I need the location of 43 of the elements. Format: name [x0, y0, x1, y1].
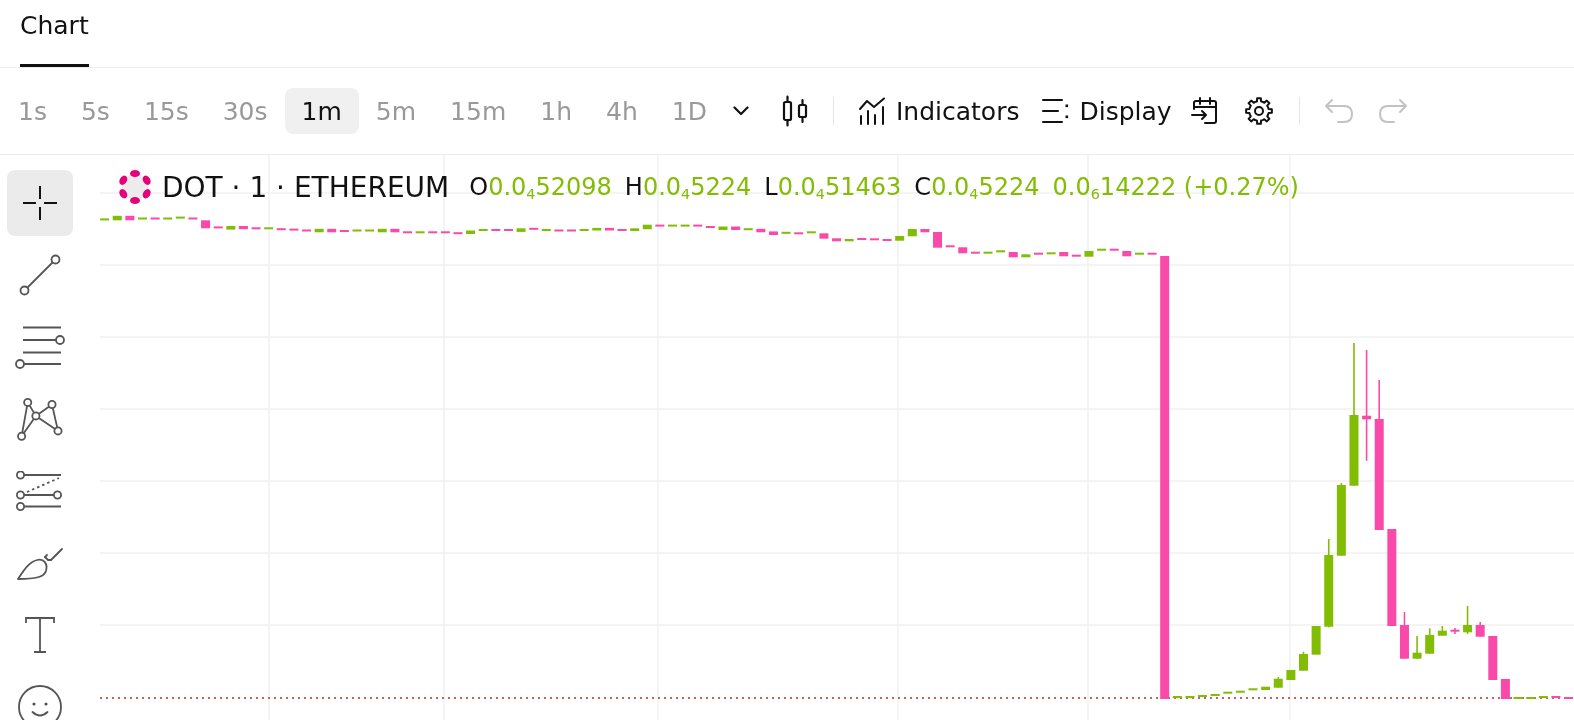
candlestick-icon — [781, 95, 808, 127]
chart-type-button[interactable] — [781, 95, 808, 127]
interval-button[interactable]: 1D — [654, 88, 724, 134]
change-value: 0.0$_{6}$14222 (+0.27%) — [1052, 173, 1299, 201]
text-icon — [24, 616, 56, 654]
settings-icon — [1243, 96, 1274, 126]
interval-button[interactable]: 5m — [358, 88, 434, 134]
undo-icon — [1323, 98, 1354, 124]
ohlc-label: H — [624, 173, 643, 201]
interval-menu-button[interactable] — [732, 106, 749, 116]
interval-button[interactable]: 15m — [433, 88, 524, 134]
interval-button[interactable]: 30s — [205, 88, 285, 134]
ohlc-value: 0.0$_{4}$5224 — [642, 173, 752, 201]
node-pattern-icon — [17, 397, 63, 441]
display-button[interactable]: Display — [1041, 96, 1172, 126]
ohlc-value: 0.0$_{4}$52098 — [488, 173, 612, 201]
date-range-button[interactable] — [1189, 96, 1220, 126]
settings-button[interactable] — [1243, 96, 1274, 126]
interval-button[interactable]: 1m — [284, 88, 359, 134]
indicators-button[interactable]: Indicators — [857, 96, 1020, 126]
ohlc-label: L — [764, 173, 778, 201]
ohlc-label: C — [914, 173, 932, 201]
line-chart-icon — [857, 97, 886, 125]
trend-line-icon — [19, 254, 61, 296]
interval-button[interactable]: 1h — [523, 88, 590, 134]
crosshair-icon — [23, 186, 57, 220]
ohlc-value: 0.0$_{4}$51463 — [777, 173, 902, 201]
list-icon — [1041, 97, 1070, 125]
ohlc-label: O — [469, 173, 489, 201]
symbol-title: DOT · 1 · ETHEREUM — [162, 170, 450, 204]
interval-button[interactable]: 5s — [63, 88, 127, 134]
ohlc-value: 0.0$_{4}$5224 — [931, 173, 1040, 201]
level-lines-icon — [16, 471, 64, 511]
calendar-arrow-icon — [1189, 96, 1220, 126]
tab[interactable]: Chart — [20, 0, 89, 67]
interval-button[interactable]: 1s — [1, 88, 64, 134]
chevron-down-icon — [732, 106, 749, 116]
parallel-lines-icon — [15, 325, 65, 369]
interval-button[interactable]: 15s — [126, 88, 206, 134]
smiley-icon — [17, 684, 63, 720]
interval-button[interactable]: 4h — [589, 88, 655, 134]
redo-icon — [1377, 98, 1408, 124]
crosshair-tool-button[interactable] — [7, 170, 73, 236]
